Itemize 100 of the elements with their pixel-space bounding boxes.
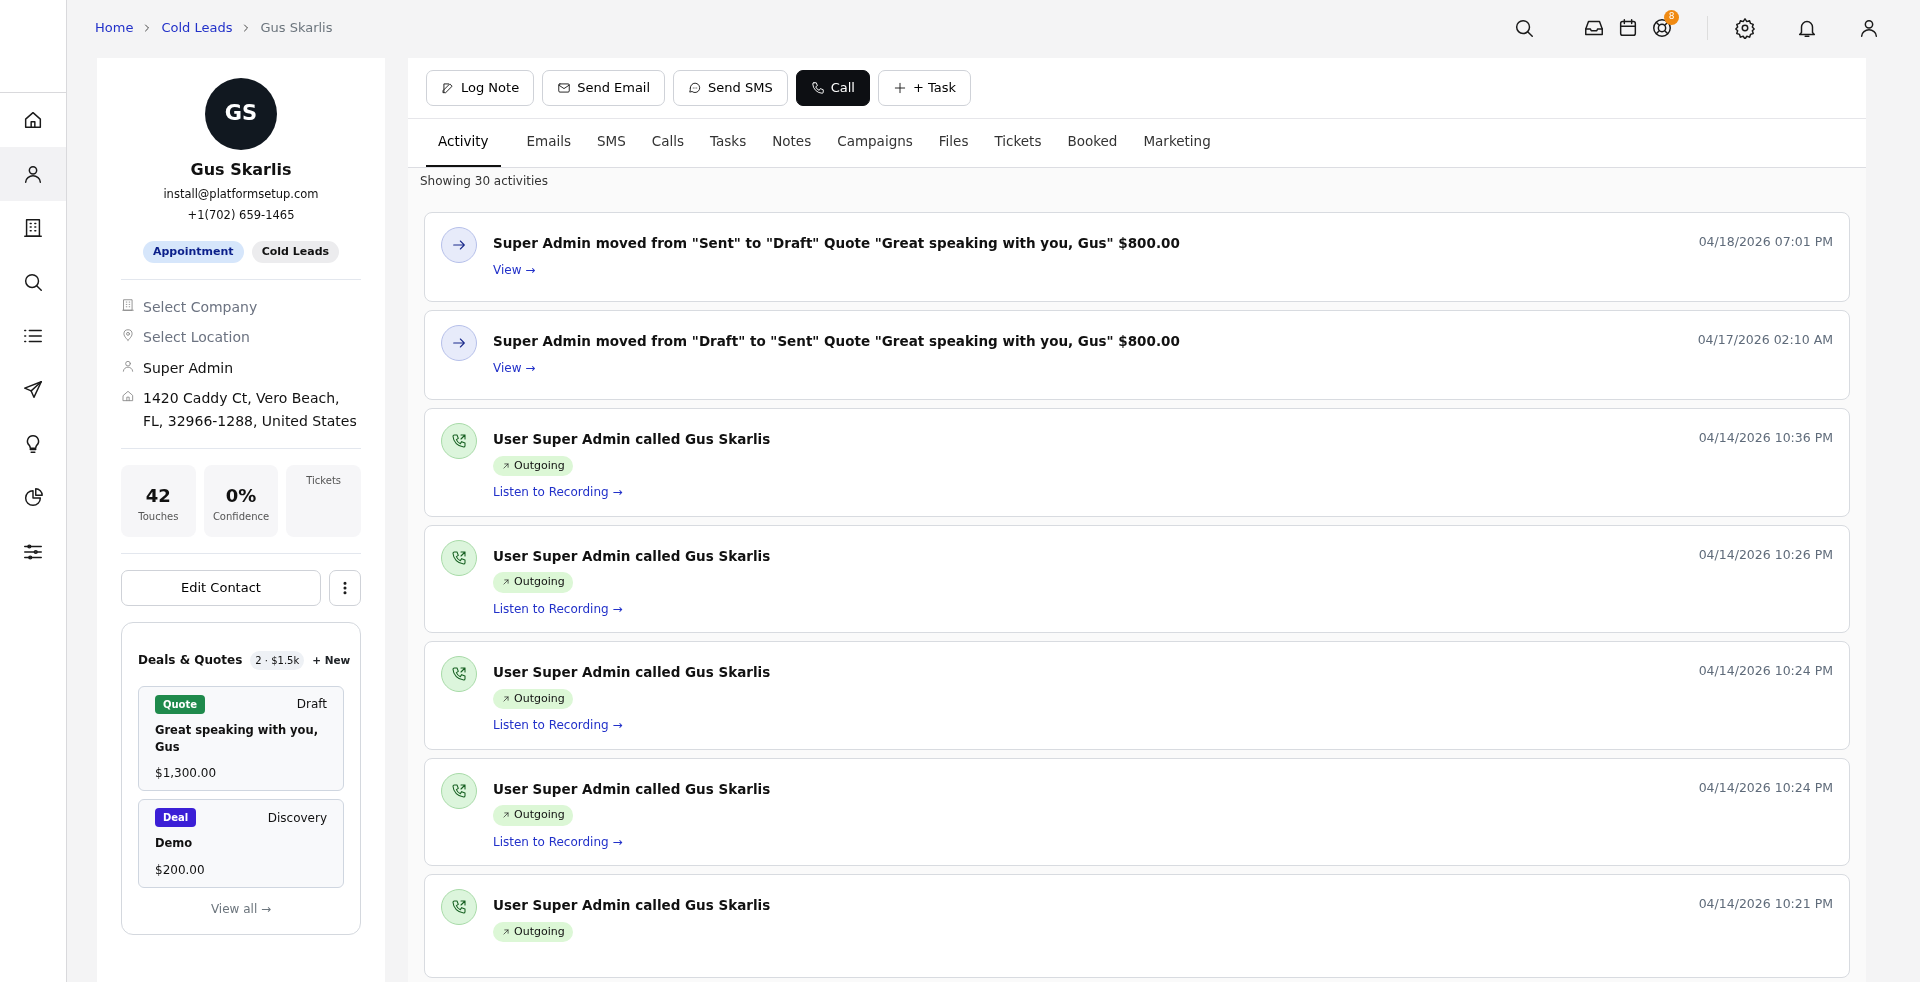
activity-link[interactable]: Listen to Recording → xyxy=(493,601,623,616)
arrow-up-right-icon xyxy=(501,810,511,821)
action-button[interactable]: Send Email xyxy=(542,70,666,106)
phone-icon xyxy=(810,81,825,95)
action-button[interactable]: + Task xyxy=(877,70,972,106)
tab[interactable]: Files xyxy=(938,119,969,168)
search-icon xyxy=(22,271,44,293)
tab[interactable]: Notes xyxy=(772,119,812,168)
contacts-icon xyxy=(22,163,44,185)
direction-label: Outgoing xyxy=(514,574,565,590)
tab[interactable]: Calls xyxy=(651,119,685,168)
tab[interactable]: Marketing xyxy=(1143,119,1211,168)
stat-label: Tickets xyxy=(306,473,342,488)
activity-time: 04/14/2026 10:24 PM xyxy=(1698,662,1833,681)
paper-plane-icon xyxy=(22,379,44,401)
tab[interactable]: SMS xyxy=(597,119,626,168)
field-value: Super Admin xyxy=(143,358,234,378)
action-button[interactable]: Call xyxy=(795,70,870,106)
person-icon xyxy=(121,358,135,373)
settings-icon[interactable] xyxy=(1734,16,1756,39)
stat-label: Confidence xyxy=(212,509,270,524)
activity-time: 04/14/2026 10:26 PM xyxy=(1698,545,1833,564)
building-icon xyxy=(121,298,135,312)
activity-title: Super Admin moved from "Sent" to "Draft" Quote "Great speaking with you, Gus" $800.00 xyxy=(493,234,1181,254)
activity-time: 04/14/2026 10:21 PM xyxy=(1698,895,1833,914)
phone-outgoing-icon xyxy=(451,782,467,799)
home-icon xyxy=(22,109,44,131)
deal-card[interactable]: Deal Discovery Demo $200.00 xyxy=(138,799,344,888)
select-field[interactable]: Select Location xyxy=(143,326,250,349)
deal-name: Demo xyxy=(155,835,194,853)
new-link[interactable]: + New xyxy=(312,652,351,669)
deal-name: Great speaking with you, Gus xyxy=(155,721,320,757)
activity-link[interactable]: Listen to Recording → xyxy=(493,834,623,849)
activity-title: User Super Admin called Gus Skarlis xyxy=(493,663,772,683)
tab[interactable]: Booked xyxy=(1067,119,1118,168)
deal-amount: $1,300.00 xyxy=(155,765,218,783)
direction-label: Outgoing xyxy=(514,690,565,707)
edit-contact-button[interactable]: Edit Contact xyxy=(121,569,321,606)
field-value: 1420 Caddy Ct, Vero Beach, FL, 32966-1288, United States xyxy=(143,389,358,431)
type-badge: Deal xyxy=(155,808,197,828)
mail-icon xyxy=(557,81,572,95)
activity-time: 04/14/2026 10:24 PM xyxy=(1698,778,1833,797)
contact-name: Gus Skarlis xyxy=(190,159,292,181)
phone-outgoing-icon xyxy=(451,666,467,683)
activity-link[interactable]: View → xyxy=(493,360,536,375)
direction-label: Outgoing xyxy=(514,807,565,823)
summary-badge: 2 · $1.5k xyxy=(250,650,305,670)
phone-outgoing-icon xyxy=(451,899,467,916)
breadcrumb-current: Gus Skarlis xyxy=(260,18,333,37)
house-icon xyxy=(121,389,135,404)
contact-email: install@platformsetup.com xyxy=(163,186,319,203)
activity-count: Showing 30 activities xyxy=(420,173,549,191)
type-badge: Quote xyxy=(155,694,206,714)
activity-title: User Super Admin called Gus Skarlis xyxy=(493,779,772,799)
pie-chart-icon xyxy=(22,487,44,509)
view-all-link[interactable]: View all → xyxy=(210,901,272,916)
deal-stage: Discovery xyxy=(267,809,327,827)
sliders-icon xyxy=(22,541,44,563)
phone-outgoing-icon xyxy=(451,549,467,566)
activity-time: 04/17/2026 02:10 AM xyxy=(1697,331,1833,350)
breadcrumb-link[interactable]: Home xyxy=(95,17,134,38)
location-pin-icon xyxy=(121,328,135,343)
stat-value: 0% xyxy=(225,483,257,508)
tab[interactable]: Emails xyxy=(526,119,571,168)
activity-link[interactable]: View → xyxy=(493,262,536,277)
activity-time: 04/14/2026 10:36 PM xyxy=(1698,429,1833,448)
deal-stage: Draft xyxy=(296,696,327,714)
action-button[interactable]: Send SMS xyxy=(673,70,788,106)
count-badge: 8 xyxy=(1664,9,1679,25)
building-icon xyxy=(22,217,44,239)
activity-title: User Super Admin called Gus Skarlis xyxy=(493,896,772,916)
stat-label: Touches xyxy=(138,509,179,524)
direction-label: Outgoing xyxy=(514,457,565,474)
arrow-up-right-icon xyxy=(501,926,511,937)
arrow-up-right-icon xyxy=(501,577,511,588)
section-title: Deals & Quotes xyxy=(138,652,243,670)
chat-icon xyxy=(688,81,703,95)
contact-phone: +1(702) 659-1465 xyxy=(187,207,295,225)
tag: Appointment xyxy=(142,240,244,263)
arrow-up-right-icon xyxy=(501,693,511,704)
tag: Cold Leads xyxy=(251,240,340,263)
activity-link[interactable]: Listen to Recording → xyxy=(493,485,623,500)
deal-card[interactable]: Quote Draft Great speaking with you, Gus $1,300.00 xyxy=(138,685,344,792)
tab[interactable]: Tasks xyxy=(710,119,747,168)
select-field[interactable]: Select Company xyxy=(143,296,258,319)
calendar-icon[interactable] xyxy=(1617,16,1639,39)
arrow-up-right-icon xyxy=(501,460,511,471)
phone-outgoing-icon xyxy=(451,433,467,450)
activity-title: Super Admin moved from "Draft" to "Sent" Quote "Great speaking with you, Gus" $800.00 xyxy=(493,332,1181,352)
plus-icon xyxy=(892,81,907,95)
direction-label: Outgoing xyxy=(514,923,565,940)
stat-value: 42 xyxy=(145,483,171,508)
activity-title: User Super Admin called Gus Skarlis xyxy=(493,430,772,450)
activity-link[interactable]: Listen to Recording → xyxy=(493,718,623,733)
activity-title: User Super Admin called Gus Skarlis xyxy=(493,546,772,566)
breadcrumb-link[interactable]: Cold Leads xyxy=(161,17,233,38)
tab[interactable]: Campaigns xyxy=(837,119,913,168)
action-button[interactable]: Log Note xyxy=(426,70,535,106)
tab[interactable]: Tickets xyxy=(994,119,1042,168)
note-icon xyxy=(441,81,455,95)
